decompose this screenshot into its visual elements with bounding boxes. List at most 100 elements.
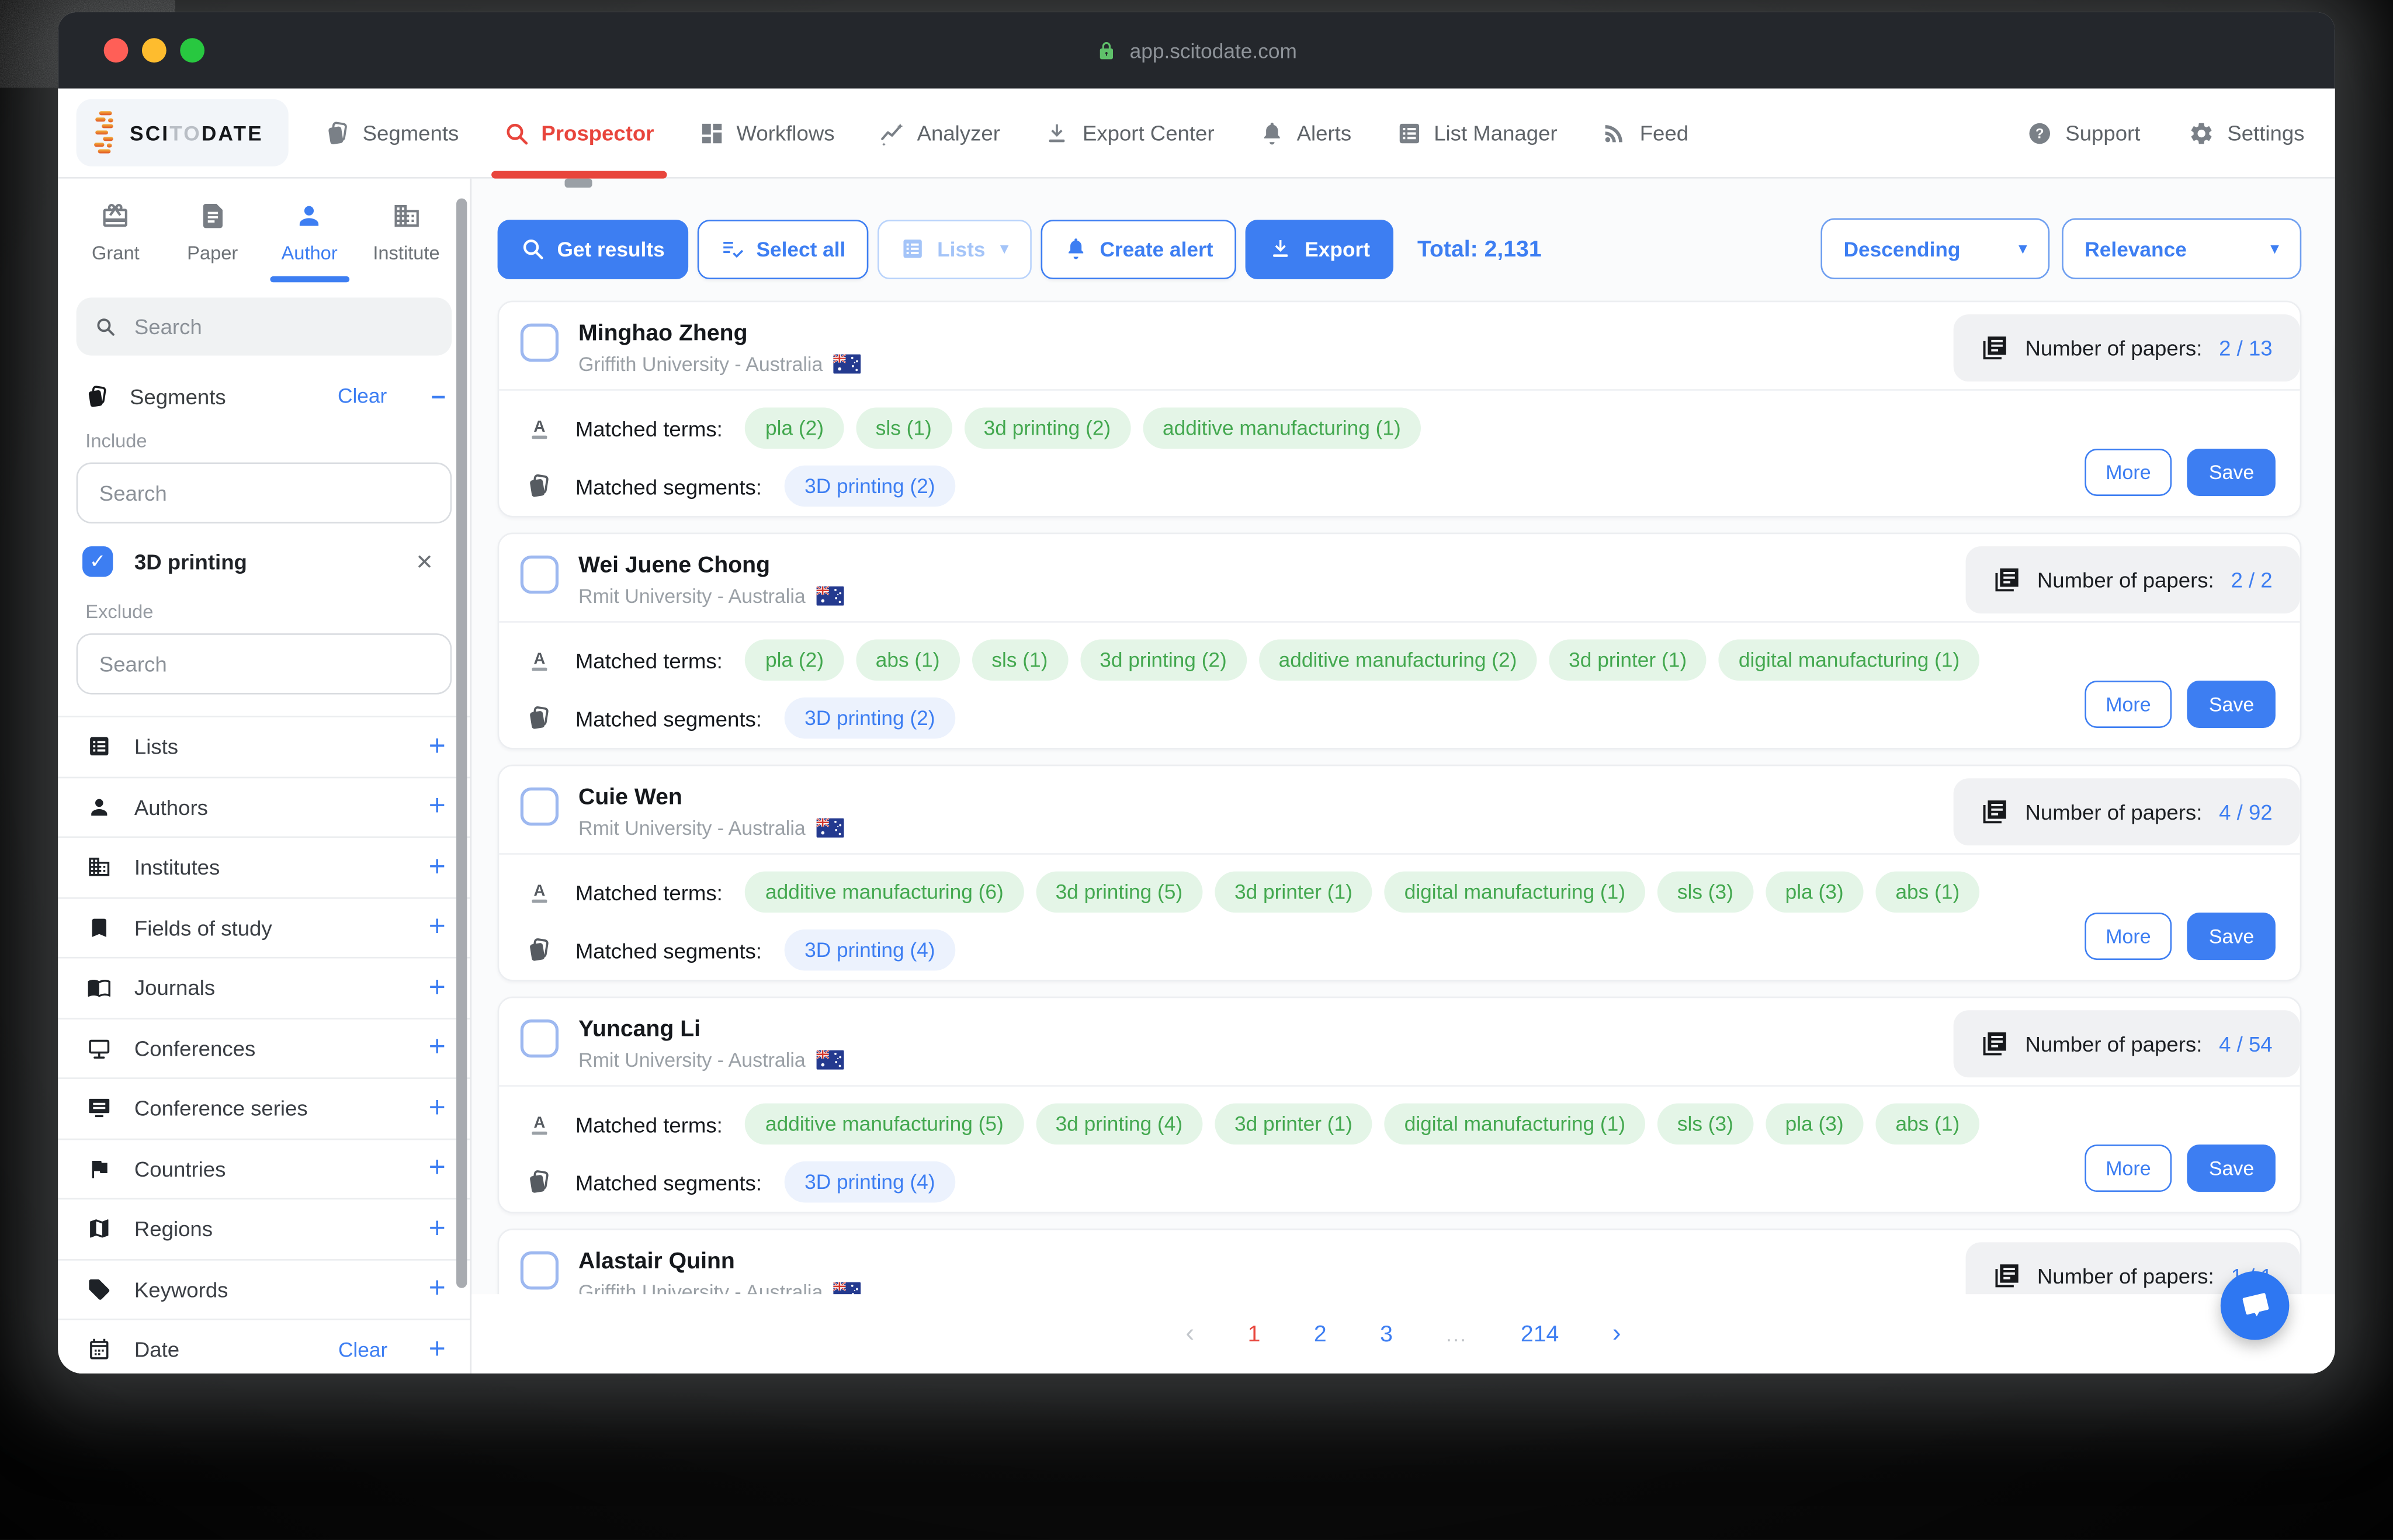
next-page-button[interactable]: › bbox=[1612, 1319, 1621, 1349]
plus-icon[interactable]: + bbox=[429, 732, 446, 761]
segments-clear-link[interactable]: Clear bbox=[338, 384, 387, 407]
sidebar-filter-date[interactable]: Date Clear + bbox=[58, 1320, 470, 1373]
matched-term-pill[interactable]: 3d printing (2) bbox=[1080, 640, 1247, 681]
nav-item-list-manager[interactable]: List Manager bbox=[1396, 89, 1558, 178]
matched-term-pill[interactable]: additive manufacturing (2) bbox=[1259, 640, 1537, 681]
page-button-214[interactable]: 214 bbox=[1521, 1321, 1559, 1347]
nav-item-alerts[interactable]: Alerts bbox=[1258, 89, 1351, 178]
matched-term-pill[interactable]: additive manufacturing (5) bbox=[745, 1104, 1024, 1145]
more-button[interactable]: More bbox=[2085, 449, 2173, 496]
chat-bubble-button[interactable] bbox=[2221, 1271, 2290, 1340]
nav-item-support[interactable]: ? Support bbox=[2027, 89, 2140, 178]
sidebar-filter-journals[interactable]: Journals + bbox=[58, 958, 470, 1018]
select-all-button[interactable]: Select all bbox=[697, 219, 869, 279]
plus-icon[interactable]: + bbox=[429, 1154, 446, 1184]
author-name[interactable]: Minghao Zheng bbox=[578, 321, 861, 346]
matched-term-pill[interactable]: abs (1) bbox=[1875, 1104, 1979, 1145]
tab-paper[interactable]: Paper bbox=[164, 189, 261, 282]
save-button[interactable]: Save bbox=[2187, 449, 2276, 496]
author-name[interactable]: Alastair Quinn bbox=[578, 1248, 861, 1274]
save-button[interactable]: Save bbox=[2187, 1144, 2276, 1192]
matched-segment-pill[interactable]: 3D printing (4) bbox=[785, 929, 955, 971]
nav-item-export-center[interactable]: Export Center bbox=[1045, 89, 1215, 178]
sidebar-filter-keywords[interactable]: Keywords + bbox=[58, 1260, 470, 1320]
matched-term-pill[interactable]: pla (3) bbox=[1766, 872, 1864, 913]
plus-icon[interactable]: + bbox=[429, 853, 446, 882]
matched-segment-pill[interactable]: 3D printing (2) bbox=[785, 698, 955, 739]
matched-term-pill[interactable]: sls (3) bbox=[1657, 1104, 1753, 1145]
matched-term-pill[interactable]: additive manufacturing (1) bbox=[1143, 407, 1421, 449]
remove-icon[interactable]: ✕ bbox=[415, 549, 433, 574]
more-button[interactable]: More bbox=[2085, 681, 2173, 728]
matched-term-pill[interactable]: 3d printer (1) bbox=[1215, 1104, 1372, 1145]
sidebar-search[interactable] bbox=[77, 297, 452, 355]
nav-item-segments[interactable]: Segments bbox=[324, 89, 459, 178]
filter-clear-link[interactable]: Clear bbox=[338, 1338, 387, 1361]
nav-item-analyzer[interactable]: Analyzer bbox=[879, 89, 1000, 178]
matched-term-pill[interactable]: sls (1) bbox=[856, 407, 952, 449]
matched-term-pill[interactable]: digital manufacturing (1) bbox=[1385, 1104, 1645, 1145]
matched-term-pill[interactable]: 3d printing (5) bbox=[1036, 872, 1203, 913]
author-name[interactable]: Cuie Wen bbox=[578, 785, 844, 810]
plus-icon[interactable]: + bbox=[429, 973, 446, 1003]
matched-term-pill[interactable]: abs (1) bbox=[1875, 872, 1979, 913]
nav-item-workflows[interactable]: Workflows bbox=[698, 89, 834, 178]
lists-button[interactable]: Lists ▾ bbox=[878, 219, 1031, 279]
collapse-minus-icon[interactable]: – bbox=[431, 383, 446, 409]
author-name[interactable]: Yuncang Li bbox=[578, 1017, 844, 1042]
nav-item-feed[interactable]: Feed bbox=[1601, 89, 1688, 178]
plus-icon[interactable]: + bbox=[429, 1275, 446, 1304]
row-checkbox[interactable] bbox=[521, 324, 559, 362]
plus-icon[interactable]: + bbox=[429, 913, 446, 942]
sidebar-filter-conferences[interactable]: Conferences + bbox=[58, 1019, 470, 1079]
matched-term-pill[interactable]: sls (3) bbox=[1657, 872, 1753, 913]
sort-direction-dropdown[interactable]: Descending ▾ bbox=[1820, 218, 2049, 279]
matched-term-pill[interactable]: 3d printing (2) bbox=[964, 407, 1131, 449]
scitodate-logo[interactable]: SCITODATE bbox=[77, 99, 288, 167]
create-alert-button[interactable]: Create alert bbox=[1041, 219, 1236, 279]
plus-icon[interactable]: + bbox=[429, 1094, 446, 1123]
matched-term-pill[interactable]: pla (3) bbox=[1766, 1104, 1864, 1145]
row-checkbox[interactable] bbox=[521, 1251, 559, 1289]
sidebar-filter-lists[interactable]: Lists + bbox=[58, 717, 470, 778]
matched-term-pill[interactable]: digital manufacturing (1) bbox=[1385, 872, 1645, 913]
matched-segment-pill[interactable]: 3D printing (4) bbox=[785, 1161, 955, 1203]
sidebar-filter-institutes[interactable]: Institutes + bbox=[58, 838, 470, 898]
plus-icon[interactable]: + bbox=[429, 1215, 446, 1244]
matched-term-pill[interactable]: 3d printer (1) bbox=[1549, 640, 1707, 681]
include-search-input[interactable] bbox=[96, 479, 432, 507]
save-button[interactable]: Save bbox=[2187, 681, 2276, 728]
prev-page-button[interactable]: ‹ bbox=[1185, 1319, 1194, 1349]
matched-term-pill[interactable]: additive manufacturing (6) bbox=[745, 872, 1024, 913]
sidebar-filter-conference-series[interactable]: Conference series + bbox=[58, 1079, 470, 1139]
sidebar-filter-regions[interactable]: Regions + bbox=[58, 1199, 470, 1260]
tab-grant[interactable]: Grant bbox=[67, 189, 164, 282]
matched-term-pill[interactable]: 3d printing (4) bbox=[1036, 1104, 1203, 1145]
row-checkbox[interactable] bbox=[521, 788, 559, 826]
exclude-search[interactable] bbox=[77, 633, 452, 694]
minimize-window-button[interactable] bbox=[142, 38, 167, 63]
sidebar-search-input[interactable] bbox=[131, 313, 433, 341]
matched-term-pill[interactable]: pla (2) bbox=[745, 407, 844, 449]
export-button[interactable]: Export bbox=[1245, 219, 1393, 279]
maximize-window-button[interactable] bbox=[180, 38, 204, 63]
row-checkbox[interactable] bbox=[521, 1019, 559, 1057]
sidebar-filter-fields-of-study[interactable]: Fields of study + bbox=[58, 898, 470, 958]
matched-term-pill[interactable]: abs (1) bbox=[856, 640, 960, 681]
page-button-2[interactable]: 2 bbox=[1314, 1321, 1327, 1347]
plus-icon[interactable]: + bbox=[429, 1033, 446, 1063]
sidebar-filter-authors[interactable]: Authors + bbox=[58, 778, 470, 838]
row-checkbox[interactable] bbox=[521, 556, 559, 594]
include-search[interactable] bbox=[77, 463, 452, 523]
close-window-button[interactable] bbox=[104, 38, 129, 63]
matched-segment-pill[interactable]: 3D printing (2) bbox=[785, 466, 955, 507]
checkbox-checked[interactable]: ✓ bbox=[82, 546, 113, 577]
plus-icon[interactable]: + bbox=[429, 1335, 446, 1364]
matched-term-pill[interactable]: sls (1) bbox=[972, 640, 1067, 681]
address-bar[interactable]: app.scitodate.com bbox=[1096, 39, 1297, 62]
matched-term-pill[interactable]: digital manufacturing (1) bbox=[1719, 640, 1979, 681]
more-button[interactable]: More bbox=[2085, 1144, 2173, 1192]
get-results-button[interactable]: Get results bbox=[498, 219, 688, 279]
tab-institute[interactable]: Institute bbox=[358, 189, 455, 282]
sort-by-dropdown[interactable]: Relevance ▾ bbox=[2062, 218, 2301, 279]
